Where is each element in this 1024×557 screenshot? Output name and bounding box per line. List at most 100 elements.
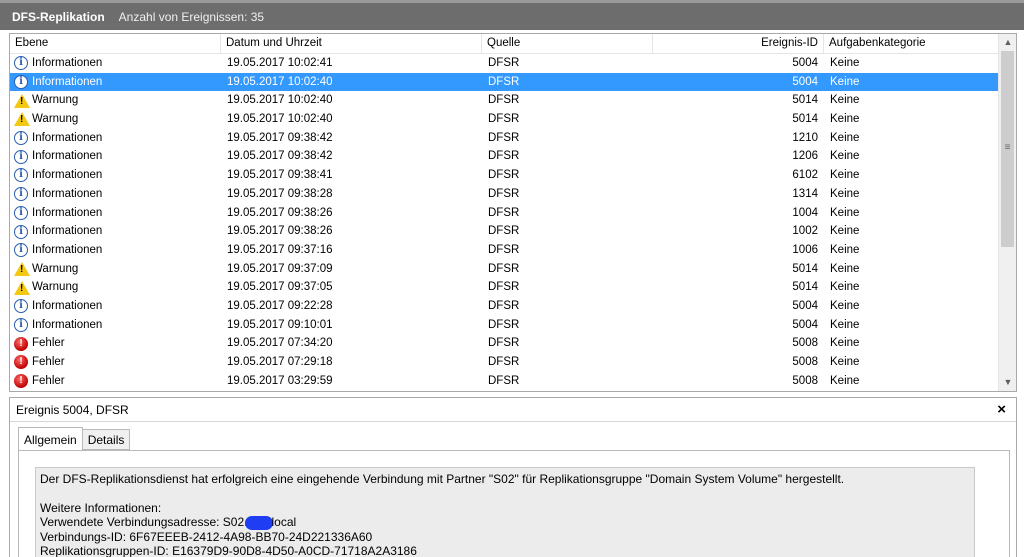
row-level: Warnung <box>14 260 219 279</box>
row-event-id: 1004 <box>792 206 818 219</box>
row-level: i Informationen <box>14 316 219 335</box>
column-header-datetime[interactable]: Datum und Uhrzeit <box>221 34 482 53</box>
table-row[interactable]: i Informationen 19.05.2017 09:38:42 DFSR 121… <box>10 129 998 148</box>
events-table[interactable]: Ebene Datum und Uhrzeit Quelle Ereignis-… <box>9 33 1017 392</box>
details-header: Ereignis 5004, DFSR × <box>10 398 1016 422</box>
row-level: i Informationen <box>14 129 219 148</box>
row-level: i Informationen <box>14 204 219 223</box>
log-name: DFS-Replikation <box>12 9 105 24</box>
row-event-id: 5004 <box>792 75 818 88</box>
column-header-category[interactable]: Aufgabenkategorie <box>824 34 998 53</box>
table-row[interactable]: ! Fehler 19.05.2017 03:29:59 DFSR 5008 Keine <box>10 372 998 391</box>
row-event-id: 1206 <box>792 150 818 163</box>
row-category: Keine <box>830 57 860 69</box>
column-header-source[interactable]: Quelle <box>482 34 653 53</box>
row-category: Keine <box>830 75 860 88</box>
row-level: i Informationen <box>14 297 219 316</box>
table-row[interactable]: i Informationen 19.05.2017 09:38:41 DFSR 610… <box>10 166 998 185</box>
row-level: ! Fehler <box>14 353 219 372</box>
row-datetime: 19.05.2017 07:29:18 <box>227 356 333 368</box>
table-header: Ebene Datum und Uhrzeit Quelle Ereignis-… <box>10 34 998 54</box>
row-source: DFSR <box>488 94 520 107</box>
info-icon: i <box>14 187 28 202</box>
column-header-event-id[interactable]: Ereignis-ID <box>653 34 824 53</box>
tab-details[interactable]: Details <box>81 429 131 450</box>
row-category: Keine <box>830 187 860 200</box>
event-message[interactable]: Der DFS-Replikationsdienst hat erfolgrei… <box>35 467 975 557</box>
row-category: Keine <box>830 206 860 219</box>
row-event-id: 5004 <box>792 57 818 69</box>
vertical-scrollbar[interactable]: ▲ ≡ ▼ <box>998 34 1016 391</box>
row-source: DFSR <box>488 131 520 144</box>
row-source: DFSR <box>488 75 520 88</box>
table-row[interactable]: ! Fehler 19.05.2017 07:34:20 DFSR 5008 Keine <box>10 334 998 353</box>
row-source: DFSR <box>488 262 520 275</box>
table-row[interactable]: i Informationen 19.05.2017 09:10:01 DFSR 500… <box>10 316 998 335</box>
table-row[interactable]: Warnung 19.05.2017 10:02:40 DFSR 5014 Keine <box>10 110 998 129</box>
row-source: DFSR <box>488 281 520 294</box>
row-level: i Informationen <box>14 54 219 73</box>
tab-allgemein[interactable]: Allgemein <box>18 427 83 451</box>
info-icon: i <box>14 317 28 332</box>
warning-icon <box>14 112 30 127</box>
error-icon: ! <box>14 355 28 370</box>
row-datetime: 19.05.2017 09:38:42 <box>227 150 333 163</box>
table-row[interactable]: i Informationen 19.05.2017 10:02:40 DFSR 500… <box>10 72 998 92</box>
table-row[interactable]: i Informationen 19.05.2017 09:38:28 DFSR 131… <box>10 185 998 204</box>
row-source: DFSR <box>488 243 520 256</box>
row-category: Keine <box>830 169 860 182</box>
row-source: DFSR <box>488 150 520 163</box>
row-category: Keine <box>830 337 860 350</box>
event-count: Anzahl von Ereignissen: 35 <box>118 9 265 24</box>
row-level: i Informationen <box>14 185 219 204</box>
scrollbar-thumb[interactable]: ≡ <box>1001 51 1014 247</box>
error-icon: ! <box>14 374 28 389</box>
table-row[interactable]: Warnung 19.05.2017 10:02:40 DFSR 5014 Keine <box>10 91 998 110</box>
table-row[interactable]: Warnung 19.05.2017 09:37:09 DFSR 5014 Keine <box>10 260 998 279</box>
info-icon: i <box>14 56 28 71</box>
row-source: DFSR <box>488 206 520 219</box>
row-level: ! Fehler <box>14 334 219 353</box>
scroll-down-icon[interactable]: ▼ <box>999 374 1016 391</box>
row-source: DFSR <box>488 187 520 200</box>
table-row[interactable]: Warnung 19.05.2017 09:37:05 DFSR 5014 Keine <box>10 278 998 297</box>
table-row[interactable]: i Informationen 19.05.2017 10:02:41 DFSR 500… <box>10 54 998 73</box>
table-row[interactable]: i Informationen 19.05.2017 09:38:26 DFSR 100… <box>10 204 998 223</box>
more-info-label: Weitere Informationen: <box>40 500 162 515</box>
row-datetime: 19.05.2017 10:02:40 <box>227 94 333 107</box>
row-level: Warnung <box>14 278 219 297</box>
redaction-mark <box>245 515 274 530</box>
info-icon: i <box>14 224 28 239</box>
warning-icon <box>14 280 30 295</box>
row-category: Keine <box>830 262 860 275</box>
table-row[interactable]: ! Fehler 19.05.2017 07:29:18 DFSR 5008 Keine <box>10 353 998 372</box>
row-source: DFSR <box>488 113 520 126</box>
close-icon[interactable]: × <box>997 398 1006 422</box>
table-body: i Informationen 19.05.2017 10:02:41 DFSR 500… <box>10 54 998 390</box>
row-category: Keine <box>830 299 860 312</box>
row-event-id: 1002 <box>792 225 818 238</box>
row-source: DFSR <box>488 356 520 368</box>
title-bar: DFS-Replikation Anzahl von Ereignissen: … <box>0 0 1024 30</box>
row-event-id: 5014 <box>792 281 818 294</box>
info-icon: i <box>14 168 28 183</box>
column-header-level[interactable]: Ebene <box>10 34 221 53</box>
table-row[interactable]: i Informationen 19.05.2017 09:37:16 DFSR 100… <box>10 241 998 260</box>
row-level: i Informationen <box>14 241 219 260</box>
table-row[interactable]: i Informationen 19.05.2017 09:38:42 DFSR 120… <box>10 147 998 166</box>
info-icon: i <box>14 75 28 90</box>
connection-id: Verbindungs-ID: 6F67EEEB-2412-4A98-BB70-… <box>40 529 373 544</box>
row-datetime: 19.05.2017 09:37:09 <box>227 262 333 275</box>
table-row[interactable]: i Informationen 19.05.2017 09:22:28 DFSR 500… <box>10 297 998 316</box>
details-tabs: Allgemein Details <box>18 427 131 451</box>
row-source: DFSR <box>488 374 520 387</box>
scroll-up-icon[interactable]: ▲ <box>999 34 1016 51</box>
row-source: DFSR <box>488 318 520 331</box>
table-row[interactable]: i Informationen 19.05.2017 09:38:26 DFSR 100… <box>10 222 998 241</box>
row-category: Keine <box>830 356 860 368</box>
details-title: Ereignis 5004, DFSR <box>16 403 129 417</box>
row-level: i Informationen <box>14 222 219 241</box>
row-datetime: 19.05.2017 03:29:59 <box>227 374 333 387</box>
info-icon: i <box>14 243 28 258</box>
row-source: DFSR <box>488 299 520 312</box>
